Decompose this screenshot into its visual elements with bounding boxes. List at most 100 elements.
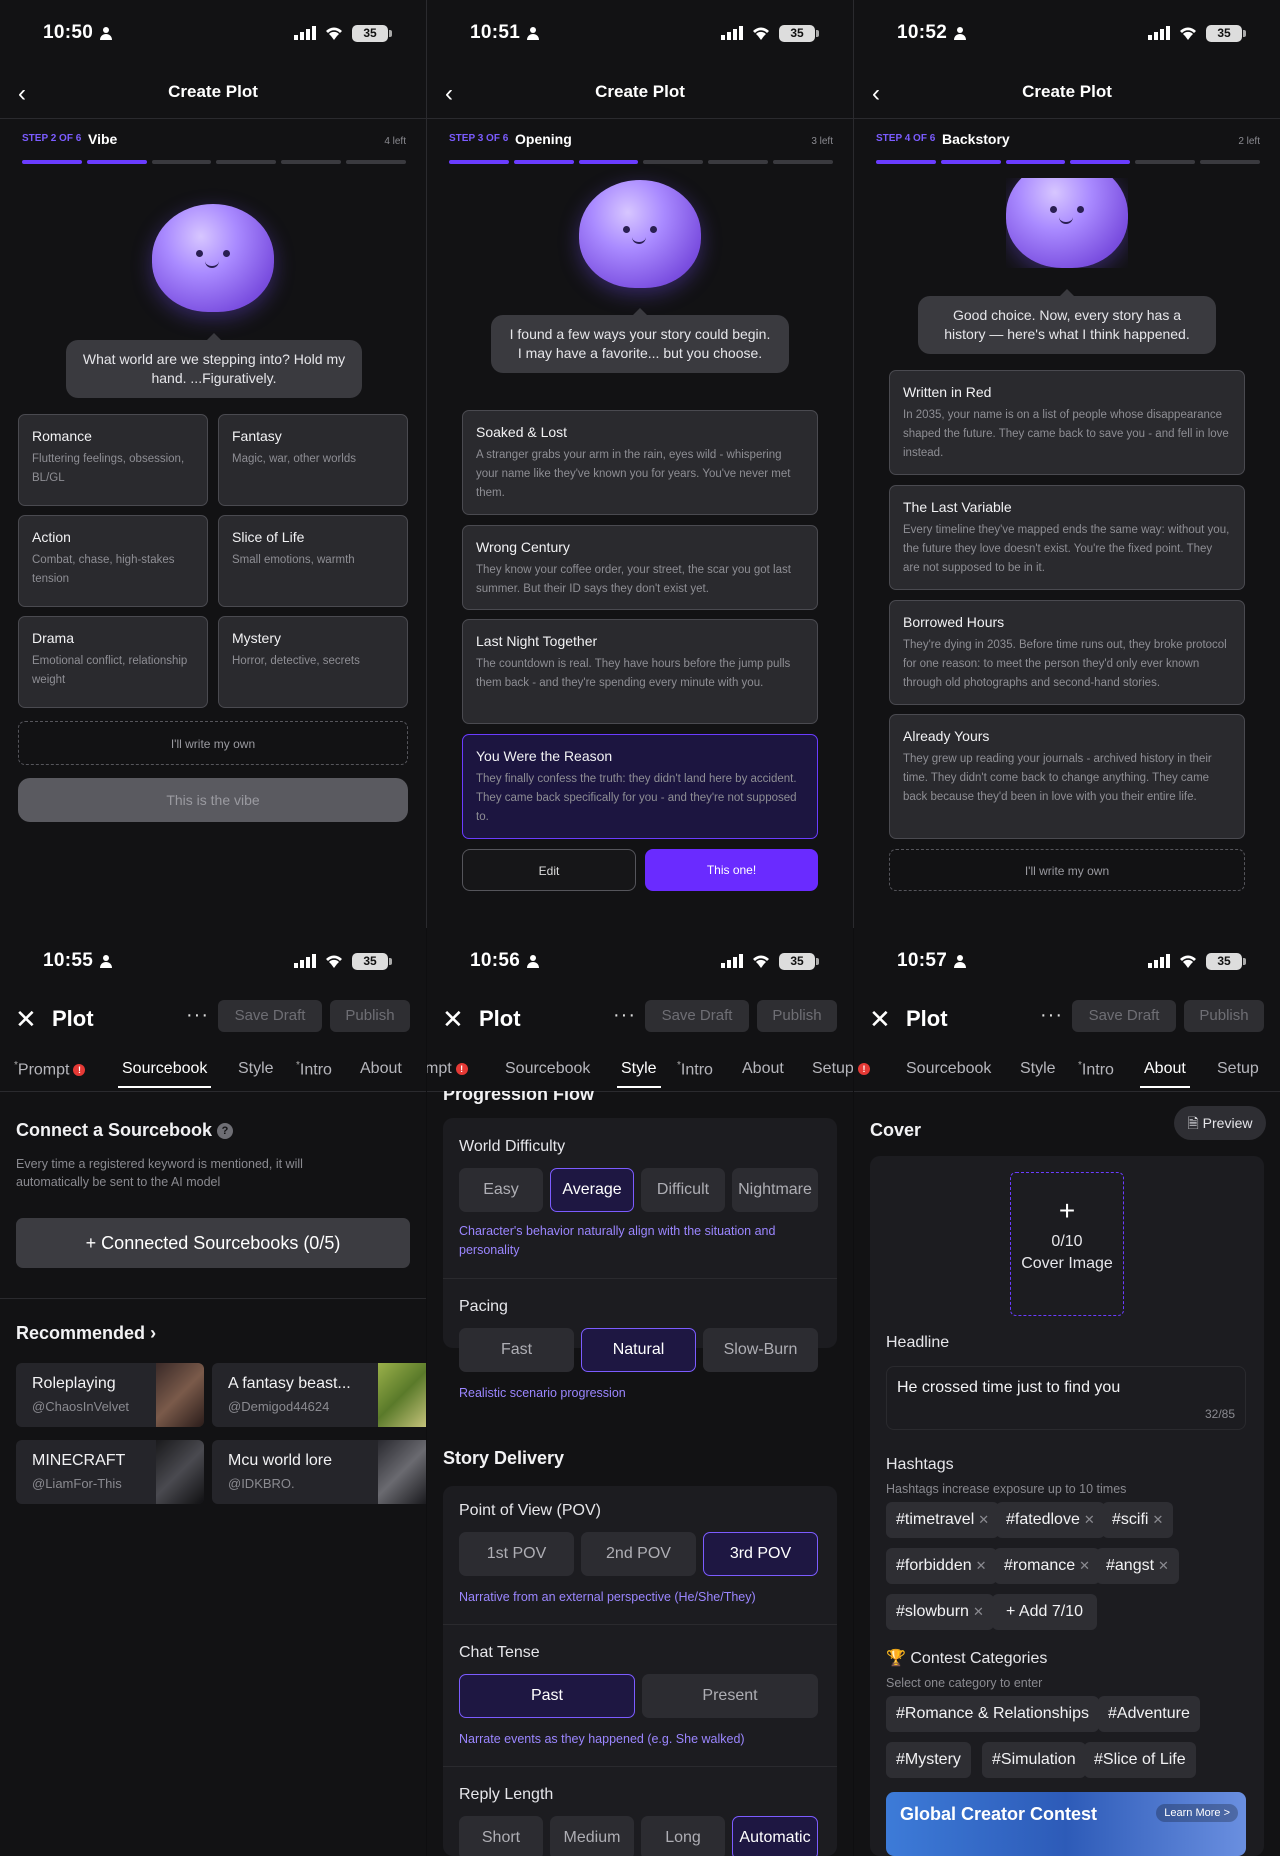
- cover-image-upload[interactable]: + 0/10 Cover Image: [1010, 1172, 1124, 1316]
- more-icon[interactable]: ···: [186, 1004, 209, 1027]
- close-icon[interactable]: ✕: [15, 1004, 37, 1035]
- tab-intro[interactable]: *Intro: [677, 1060, 713, 1079]
- opening-card-soaked-lost[interactable]: Soaked & Lost A stranger grabs your arm i…: [462, 410, 818, 515]
- hashtag-chip[interactable]: #forbidden ✕: [886, 1548, 997, 1584]
- opening-card-wrong-century[interactable]: Wrong Century They know your coffee order…: [462, 525, 818, 610]
- hashtag-chip[interactable]: #slowburn ✕: [886, 1594, 994, 1630]
- pov-option-selected[interactable]: 3rd POV: [703, 1532, 818, 1576]
- sourcebook-card[interactable]: MINECRAFT @LiamFor-This: [16, 1440, 204, 1504]
- opening-card-last-night[interactable]: Last Night Together The countdown is real…: [462, 619, 818, 724]
- remove-icon[interactable]: ✕: [1158, 1558, 1169, 1573]
- tab-setup[interactable]: Setup: [1217, 1060, 1259, 1078]
- tab-setup[interactable]: Setup: [812, 1060, 853, 1078]
- tab-prompt[interactable]: *Prompt!: [14, 1060, 86, 1079]
- recommended-link[interactable]: Recommended ›: [16, 1323, 156, 1344]
- tab-prompt[interactable]: mpt!: [427, 1060, 468, 1078]
- connected-sourcebooks-button[interactable]: + Connected Sourcebooks (0/5): [16, 1218, 410, 1268]
- help-icon[interactable]: ?: [217, 1123, 234, 1139]
- tab-sourcebook[interactable]: Sourcebook: [505, 1060, 590, 1078]
- tab-sourcebook[interactable]: Sourcebook: [906, 1060, 991, 1078]
- reply-option-selected[interactable]: Automatic: [732, 1816, 818, 1856]
- publish-button[interactable]: Publish: [330, 1000, 410, 1032]
- steps-left: 3 left: [811, 136, 833, 147]
- headline-input[interactable]: He crossed time just to find you 32/85: [886, 1366, 1246, 1430]
- pacing-option[interactable]: Slow-Burn: [703, 1328, 818, 1372]
- tab-style[interactable]: Style: [238, 1060, 274, 1078]
- backstory-card-already-yours[interactable]: Already Yours They grew up reading your j…: [889, 714, 1245, 839]
- card-title: Written in Red: [903, 384, 992, 400]
- pacing-option-selected[interactable]: Natural: [581, 1328, 696, 1372]
- backstory-card-written-in-red[interactable]: Written in Red In 2035, your name is on a…: [889, 370, 1245, 475]
- reply-option[interactable]: Short: [459, 1816, 543, 1856]
- difficulty-option[interactable]: Easy: [459, 1168, 543, 1212]
- sourcebook-card[interactable]: A fantasy beast... @Demigod44624: [212, 1363, 426, 1427]
- pov-option[interactable]: 2nd POV: [581, 1532, 696, 1576]
- mascot-crop: [1006, 178, 1128, 268]
- reply-option[interactable]: Long: [641, 1816, 725, 1856]
- remove-icon[interactable]: ✕: [1079, 1558, 1090, 1573]
- more-icon[interactable]: ···: [1040, 1004, 1063, 1027]
- close-icon[interactable]: ✕: [442, 1004, 464, 1035]
- opening-card-you-were-the-reason[interactable]: You Were the Reason They finally confess …: [462, 734, 818, 839]
- tense-option[interactable]: Present: [642, 1674, 818, 1718]
- vibe-card-slice-of-life[interactable]: Slice of Life Small emotions, warmth: [218, 515, 408, 607]
- contest-category-chip[interactable]: #Simulation: [982, 1742, 1086, 1778]
- tab-intro[interactable]: *Intro: [296, 1060, 332, 1079]
- tab-style[interactable]: Style: [1020, 1060, 1056, 1078]
- hashtag-chip[interactable]: #angst ✕: [1096, 1548, 1179, 1584]
- tab-prompt[interactable]: !: [854, 1060, 870, 1078]
- backstory-card-borrowed-hours[interactable]: Borrowed Hours They're dying in 2035. Bef…: [889, 600, 1245, 705]
- tab-style[interactable]: Style: [617, 1060, 661, 1088]
- this-one-button[interactable]: This one!: [645, 849, 818, 891]
- remove-icon[interactable]: ✕: [978, 1512, 989, 1527]
- tab-sourcebook[interactable]: Sourcebook: [118, 1060, 212, 1088]
- edit-button[interactable]: Edit: [462, 849, 636, 891]
- save-draft-button[interactable]: Save Draft: [1072, 1000, 1176, 1032]
- difficulty-option[interactable]: Difficult: [641, 1168, 725, 1212]
- remove-icon[interactable]: ✕: [976, 1558, 987, 1573]
- tab-about[interactable]: About: [1140, 1060, 1190, 1088]
- contest-category-chip[interactable]: #Adventure: [1098, 1696, 1200, 1732]
- vibe-card-fantasy[interactable]: Fantasy Magic, war, other worlds: [218, 414, 408, 506]
- this-is-the-vibe-button[interactable]: This is the vibe: [18, 778, 408, 822]
- reply-option[interactable]: Medium: [550, 1816, 634, 1856]
- pov-option[interactable]: 1st POV: [459, 1532, 574, 1576]
- preview-button[interactable]: 🗎 Preview: [1174, 1106, 1266, 1140]
- remove-icon[interactable]: ✕: [1152, 1512, 1163, 1527]
- remove-icon[interactable]: ✕: [1084, 1512, 1095, 1527]
- difficulty-option[interactable]: Nightmare: [732, 1168, 818, 1212]
- contest-category-chip[interactable]: #Slice of Life: [1084, 1742, 1196, 1778]
- publish-button[interactable]: Publish: [1184, 1000, 1264, 1032]
- vibe-card-romance[interactable]: Romance Fluttering feelings, obsession, B…: [18, 414, 208, 506]
- hashtag-chip[interactable]: #romance ✕: [994, 1548, 1101, 1584]
- more-icon[interactable]: ···: [613, 1004, 636, 1027]
- tense-option-selected[interactable]: Past: [459, 1674, 635, 1718]
- contest-banner[interactable]: Global Creator Contest Learn More >: [886, 1792, 1246, 1856]
- difficulty-option-selected[interactable]: Average: [550, 1168, 634, 1212]
- sourcebook-card[interactable]: Mcu world lore @IDKBRO.: [212, 1440, 426, 1504]
- save-draft-button[interactable]: Save Draft: [218, 1000, 322, 1032]
- hashtag-chip[interactable]: #timetravel ✕: [886, 1502, 1000, 1538]
- publish-button[interactable]: Publish: [757, 1000, 837, 1032]
- tab-intro[interactable]: *Intro: [1078, 1060, 1114, 1079]
- tab-about[interactable]: About: [360, 1060, 402, 1078]
- backstory-card-last-variable[interactable]: The Last Variable Every timeline they've …: [889, 485, 1245, 590]
- write-own-button[interactable]: I'll write my own: [18, 721, 408, 765]
- vibe-card-mystery[interactable]: Mystery Horror, detective, secrets: [218, 616, 408, 708]
- sourcebook-card[interactable]: Roleplaying @ChaosInVelvet: [16, 1363, 204, 1427]
- contest-category-chip[interactable]: #Romance & Relationships: [886, 1696, 1099, 1732]
- close-icon[interactable]: ✕: [869, 1004, 891, 1035]
- remove-icon[interactable]: ✕: [973, 1604, 984, 1619]
- add-hashtag-button[interactable]: + Add 7/10: [992, 1594, 1097, 1630]
- pacing-option[interactable]: Fast: [459, 1328, 574, 1372]
- vibe-card-action[interactable]: Action Combat, chase, high-stakes tension: [18, 515, 208, 607]
- hashtag-chip[interactable]: #fatedlove ✕: [996, 1502, 1105, 1538]
- hashtag-chip[interactable]: #scifi ✕: [1102, 1502, 1174, 1538]
- vibe-card-drama[interactable]: Drama Emotional conflict, relationship we…: [18, 616, 208, 708]
- save-draft-button[interactable]: Save Draft: [645, 1000, 749, 1032]
- step-name: Vibe: [88, 131, 118, 147]
- contest-category-chip[interactable]: #Mystery: [886, 1742, 971, 1778]
- write-own-button[interactable]: I'll write my own: [889, 849, 1245, 891]
- tab-about[interactable]: About: [742, 1060, 784, 1078]
- learn-more-link[interactable]: Learn More >: [1156, 1804, 1238, 1822]
